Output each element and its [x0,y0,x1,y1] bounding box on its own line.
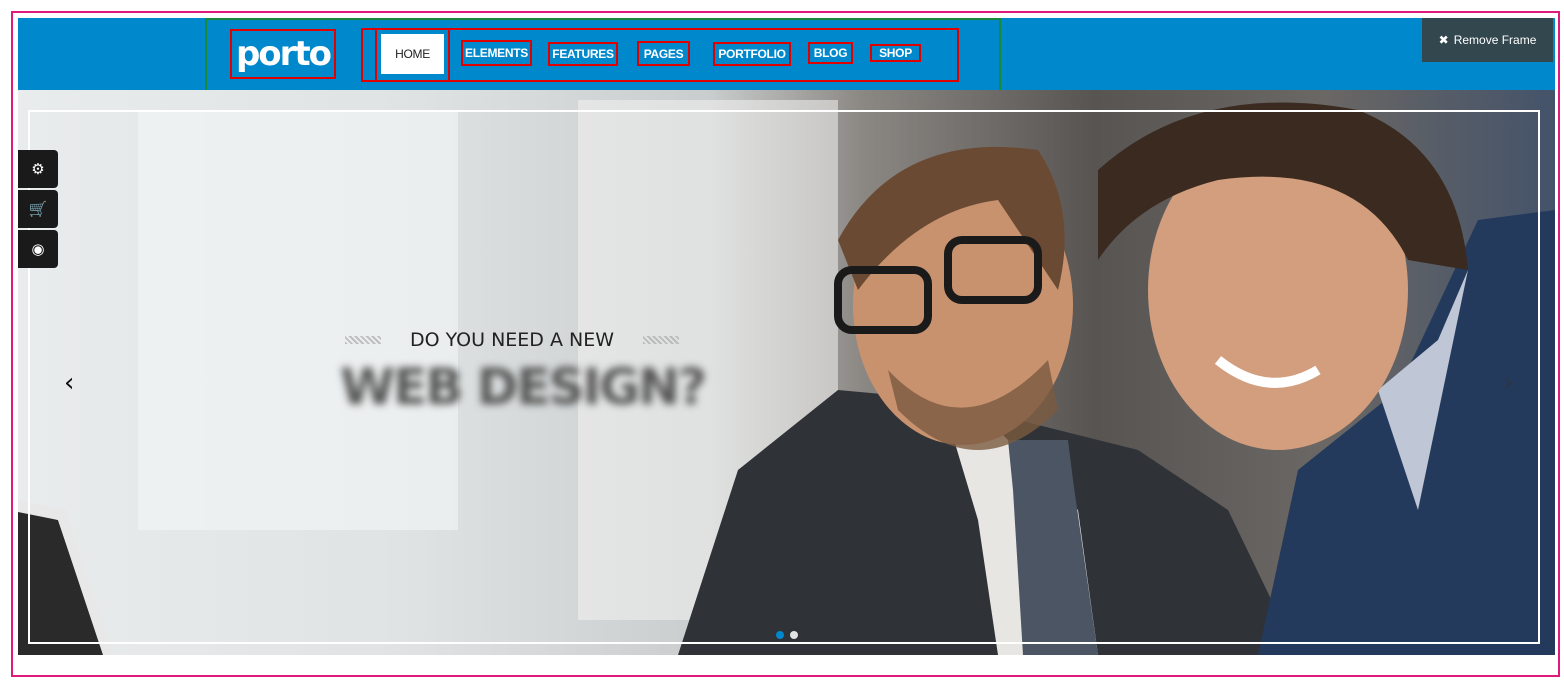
nav-item-features[interactable]: FEATURES [548,42,618,66]
nav-item-elements[interactable]: ELEMENTS [461,40,532,66]
close-icon: ✖ [1438,33,1449,47]
nav-item-blog[interactable]: BLOG [808,42,853,64]
remove-frame-button[interactable]: ✖ Remove Frame [1422,18,1553,62]
nav-item-shop[interactable]: SHOP [870,44,921,62]
nav-item-home[interactable]: HOME [375,28,450,82]
remove-frame-label: Remove Frame [1453,33,1537,47]
gears-icon[interactable]: ⚙ [18,150,58,188]
decor-stripes-left [345,336,381,344]
cart-icon[interactable]: 🛒 [18,190,58,228]
slider-prev-arrow-icon[interactable]: ‹ [64,368,74,398]
decor-stripes-right [643,336,679,344]
nav-item-home-label[interactable]: HOME [381,34,444,74]
slider-dot-2[interactable] [790,631,798,639]
hero-annotation-frame [28,110,1540,644]
nav-item-portfolio[interactable]: PORTFOLIO [713,42,791,66]
slide-subtitle-row: DO YOU NEED A NEW [345,326,679,354]
target-icon[interactable]: ◉ [18,230,58,268]
slide-title: WEB DESIGN? [340,358,707,416]
slider-next-arrow-icon[interactable]: › [1503,368,1513,398]
porto-logo[interactable]: porto [230,29,336,79]
slide-subtitle: DO YOU NEED A NEW [409,329,615,351]
slider-pagination [776,631,798,639]
nav-item-pages[interactable]: PAGES [637,41,690,66]
side-toolbar: ⚙ 🛒 ◉ [18,150,58,270]
slider-dot-1[interactable] [776,631,784,639]
